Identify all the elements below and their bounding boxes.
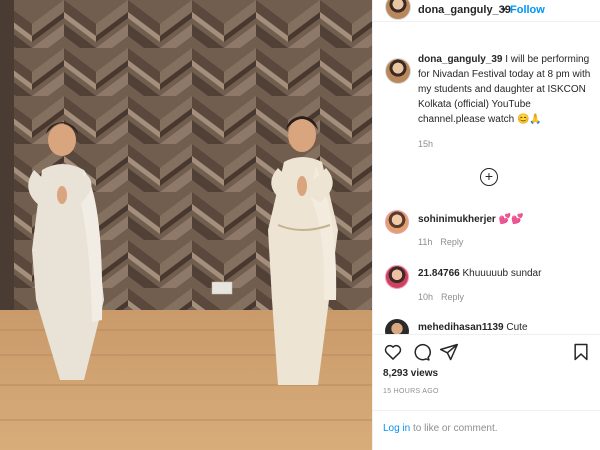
comment-text-line: sohinimukherjer 💕💕 bbox=[418, 214, 524, 225]
post-age[interactable]: 15 HOURS AGO bbox=[383, 388, 439, 395]
caption-username[interactable]: dona_ganguly_39 bbox=[418, 54, 502, 65]
share-icon[interactable] bbox=[439, 342, 459, 362]
owner-username[interactable]: dona_ganguly_39 bbox=[418, 4, 511, 16]
comment-text: Khuuuuub sundar bbox=[459, 268, 542, 279]
comment-text: Cute bbox=[503, 322, 528, 333]
comment-meta: 11h Reply bbox=[418, 237, 463, 247]
caption-avatar[interactable] bbox=[385, 58, 411, 84]
login-rest-text: to like or comment. bbox=[410, 423, 498, 434]
post-header: dona_ganguly_39 • Follow bbox=[373, 0, 600, 22]
dance-video-frame bbox=[0, 0, 372, 450]
comment-icon[interactable] bbox=[411, 342, 431, 362]
post-video[interactable] bbox=[0, 0, 372, 450]
comment-username[interactable]: mehedihasan1139 bbox=[418, 322, 504, 333]
load-more-comments-button[interactable]: + bbox=[480, 168, 498, 186]
view-count[interactable]: 8,293 views bbox=[383, 368, 438, 379]
bookmark-icon[interactable] bbox=[571, 342, 591, 362]
caption-timestamp: 15h bbox=[418, 139, 434, 149]
login-line: Log in to like or comment. bbox=[383, 423, 498, 434]
login-link[interactable]: Log in bbox=[383, 423, 410, 434]
comment-text-line: mehedihasan1139 Cute bbox=[418, 322, 528, 333]
post-caption: dona_ganguly_39 I will be performing for… bbox=[418, 52, 596, 127]
comment-time: 10h bbox=[418, 292, 434, 302]
comment-username[interactable]: sohinimukherjer bbox=[418, 214, 496, 225]
login-prompt: Log in to like or comment. bbox=[373, 410, 600, 450]
post-side-panel: dona_ganguly_39 • Follow dona_ganguly_39… bbox=[372, 0, 600, 450]
commenter-avatar[interactable] bbox=[385, 265, 409, 289]
post-action-bar bbox=[373, 334, 600, 364]
commenter-avatar[interactable] bbox=[385, 210, 409, 234]
comment-time: 11h bbox=[418, 237, 433, 247]
heart-icon[interactable] bbox=[383, 342, 403, 362]
reply-button[interactable]: Reply bbox=[440, 237, 463, 247]
comment-meta: 10h Reply bbox=[418, 292, 464, 302]
comment-text: 💕💕 bbox=[495, 214, 524, 225]
owner-avatar[interactable] bbox=[385, 0, 411, 20]
comment-text-line: 21.84766 Khuuuuub sundar bbox=[418, 268, 541, 279]
reply-button[interactable]: Reply bbox=[441, 292, 464, 302]
header-separator: • bbox=[502, 4, 506, 16]
comment-username[interactable]: 21.84766 bbox=[418, 268, 460, 279]
follow-button[interactable]: Follow bbox=[510, 4, 545, 16]
